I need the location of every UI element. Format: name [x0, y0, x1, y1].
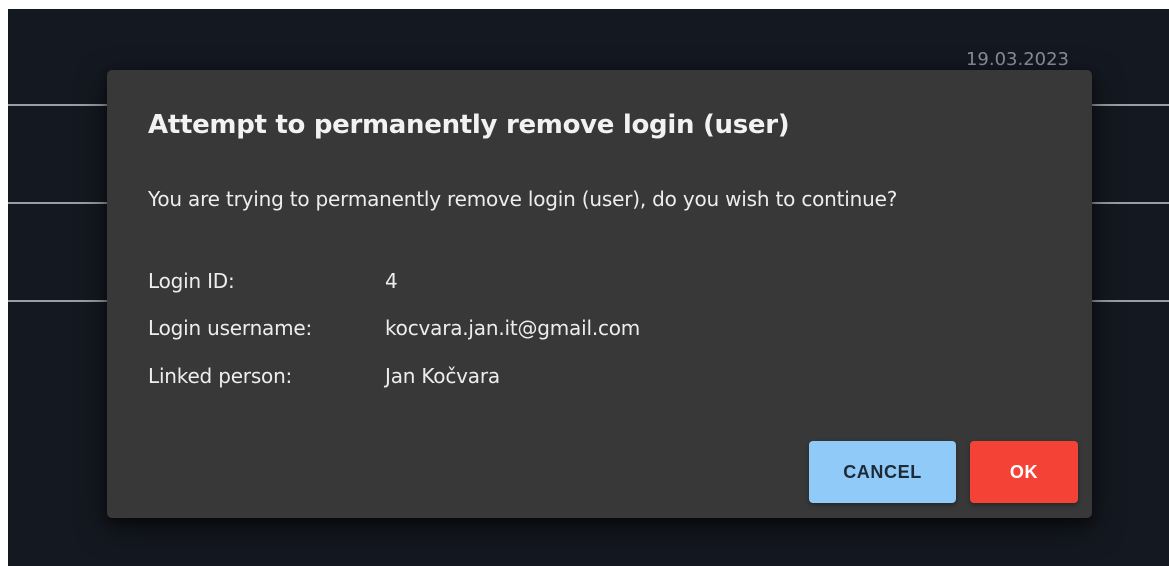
ok-button[interactable]: OK — [970, 441, 1078, 503]
dialog-message: You are trying to permanently remove log… — [148, 187, 898, 211]
linked-person-value: Jan Kočvara — [385, 364, 500, 388]
cancel-button[interactable]: CANCEL — [809, 441, 956, 503]
linked-person-label: Linked person: — [148, 364, 293, 388]
login-username-value: kocvara.jan.it@gmail.com — [385, 316, 641, 340]
dialog-title: Attempt to permanently remove login (use… — [148, 110, 790, 140]
login-id-value: 4 — [385, 269, 398, 293]
login-username-label: Login username: — [148, 316, 313, 340]
background-date: 19.03.2023 — [965, 49, 1069, 70]
confirm-delete-dialog: Attempt to permanently remove login (use… — [107, 70, 1092, 518]
login-id-label: Login ID: — [148, 269, 235, 293]
